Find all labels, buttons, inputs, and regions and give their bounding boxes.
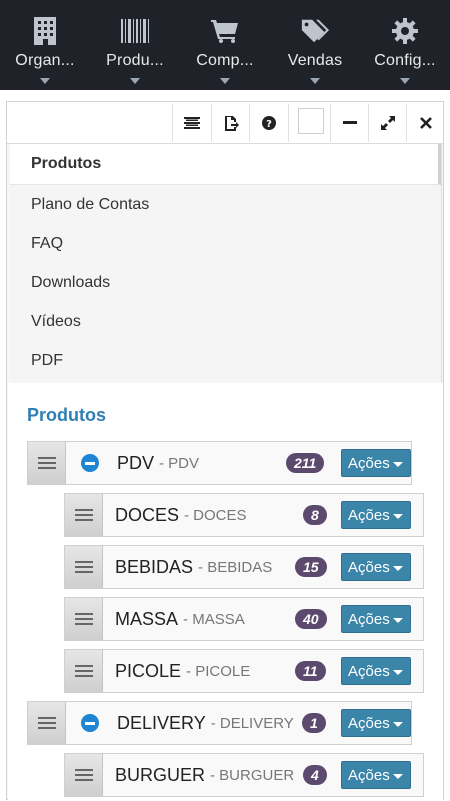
caret-down-icon: [400, 78, 410, 84]
tree-row-massa[interactable]: MASSA - MASSA 40 Ações: [64, 597, 424, 641]
tree-row-pdv[interactable]: PDV - PDV 211 Ações: [27, 441, 412, 485]
count-badge: 40: [295, 609, 327, 629]
acoes-button[interactable]: Ações: [341, 553, 411, 581]
nav-produtos[interactable]: Produ...: [90, 0, 180, 90]
row-name: DELIVERY: [117, 712, 206, 733]
caret-down-icon: [220, 78, 230, 84]
building-icon: [30, 16, 60, 46]
svg-text:?: ?: [266, 119, 272, 130]
row-name: BEBIDAS: [115, 556, 194, 577]
top-navbar: Organ... Produ... Comp... Vendas Config.…: [0, 0, 450, 90]
menu-item-produtos[interactable]: Produtos: [10, 144, 441, 185]
collapse-icon[interactable]: [81, 714, 99, 732]
row-code: - DOCES: [184, 506, 247, 524]
count-badge: 211: [286, 453, 325, 473]
acoes-button[interactable]: Ações: [341, 709, 411, 737]
minimize-icon[interactable]: [330, 104, 368, 142]
row-name: PICOLE: [115, 660, 182, 681]
tree-row-burguer[interactable]: BURGUER - BURGUER 4 Ações: [64, 753, 424, 797]
drag-handle-icon[interactable]: [28, 442, 66, 484]
row-code: - DELIVERY: [210, 714, 294, 732]
page-title: Produtos: [27, 405, 106, 425]
acoes-label: Ações: [348, 766, 390, 784]
expand-icon[interactable]: [368, 104, 406, 142]
acoes-label: Ações: [348, 454, 390, 472]
list-icon[interactable]: [172, 104, 210, 142]
drag-handle-icon[interactable]: [65, 598, 103, 640]
caret-down-icon: [393, 722, 403, 727]
caret-down-icon: [393, 566, 403, 571]
close-icon[interactable]: [406, 104, 444, 142]
acoes-label: Ações: [348, 558, 390, 576]
drag-handle-icon[interactable]: [65, 650, 103, 692]
nav-label: Organ...: [15, 52, 75, 69]
acoes-button[interactable]: Ações: [341, 501, 411, 529]
acoes-label: Ações: [348, 714, 390, 732]
caret-down-icon: [393, 670, 403, 675]
count-badge: 11: [295, 661, 326, 681]
panel-menu: Produtos Plano de Contas FAQ Downloads V…: [10, 144, 442, 382]
products-panel: ? Produtos Plano de Contas FAQ Downloads…: [6, 101, 444, 801]
row-name: BURGUER: [115, 764, 206, 785]
acoes-button[interactable]: Ações: [341, 657, 411, 685]
count-badge: 4: [303, 765, 327, 785]
caret-down-icon: [393, 462, 403, 467]
acoes-label: Ações: [348, 610, 390, 628]
caret-down-icon: [40, 78, 50, 84]
menu-item-videos[interactable]: Vídeos: [10, 302, 441, 341]
menu-item-pdf[interactable]: PDF: [10, 341, 441, 380]
row-code: - MASSA: [183, 610, 245, 628]
color-swatch[interactable]: [298, 108, 324, 134]
nav-label: Produ...: [106, 52, 164, 69]
acoes-button[interactable]: Ações: [341, 449, 411, 477]
menu-item-downloads[interactable]: Downloads: [10, 263, 441, 302]
tags-icon: [300, 16, 330, 46]
acoes-label: Ações: [348, 662, 390, 680]
row-code: - PICOLE: [186, 662, 251, 680]
collapse-icon[interactable]: [81, 454, 99, 472]
tree-row-bebidas[interactable]: BEBIDAS - BEBIDAS 15 Ações: [64, 545, 424, 589]
drag-handle-icon[interactable]: [28, 702, 66, 744]
gear-icon: [390, 16, 420, 46]
row-code: - BURGUER: [210, 766, 295, 784]
nav-label: Config...: [374, 52, 436, 69]
count-badge: 15: [295, 557, 327, 577]
row-name: DOCES: [115, 504, 180, 525]
row-name: PDV: [117, 452, 155, 473]
row-code: - PDV: [159, 454, 200, 472]
barcode-icon: [120, 16, 150, 46]
help-icon[interactable]: ?: [249, 104, 287, 142]
drag-handle-icon[interactable]: [65, 546, 103, 588]
nav-vendas[interactable]: Vendas: [270, 0, 360, 90]
cart-icon: [210, 16, 240, 46]
nav-label: Vendas: [287, 52, 343, 69]
caret-down-icon: [310, 78, 320, 84]
nav-organizacao[interactable]: Organ...: [0, 0, 90, 90]
content-area: Produtos PDV - PDV 211 Ações DOCES - DOC…: [8, 383, 443, 801]
nav-compras[interactable]: Comp...: [180, 0, 270, 90]
acoes-label: Ações: [348, 506, 390, 524]
caret-down-icon: [393, 774, 403, 779]
nav-label: Comp...: [196, 52, 254, 69]
nav-configuracoes[interactable]: Config...: [360, 0, 450, 90]
menu-item-faq[interactable]: FAQ: [10, 224, 441, 263]
drag-handle-icon[interactable]: [65, 754, 103, 796]
caret-down-icon: [130, 78, 140, 84]
menu-item-plano-de-contas[interactable]: Plano de Contas: [10, 185, 441, 224]
caret-down-icon: [393, 514, 403, 519]
tree-row-doces[interactable]: DOCES - DOCES 8 Ações: [64, 493, 424, 537]
panel-toolbar: ?: [7, 102, 443, 144]
drag-handle-icon[interactable]: [65, 494, 103, 536]
tree-row-delivery[interactable]: DELIVERY - DELIVERY 1 Ações: [27, 701, 412, 745]
row-code: - BEBIDAS: [198, 558, 273, 576]
acoes-button[interactable]: Ações: [341, 605, 411, 633]
tree-row-picole[interactable]: PICOLE - PICOLE 11 Ações: [64, 649, 424, 693]
acoes-button[interactable]: Ações: [341, 761, 411, 789]
caret-down-icon: [393, 618, 403, 623]
row-name: MASSA: [115, 608, 179, 629]
count-badge: 8: [303, 505, 327, 525]
count-badge: 1: [302, 713, 326, 733]
export-icon[interactable]: [211, 104, 249, 142]
